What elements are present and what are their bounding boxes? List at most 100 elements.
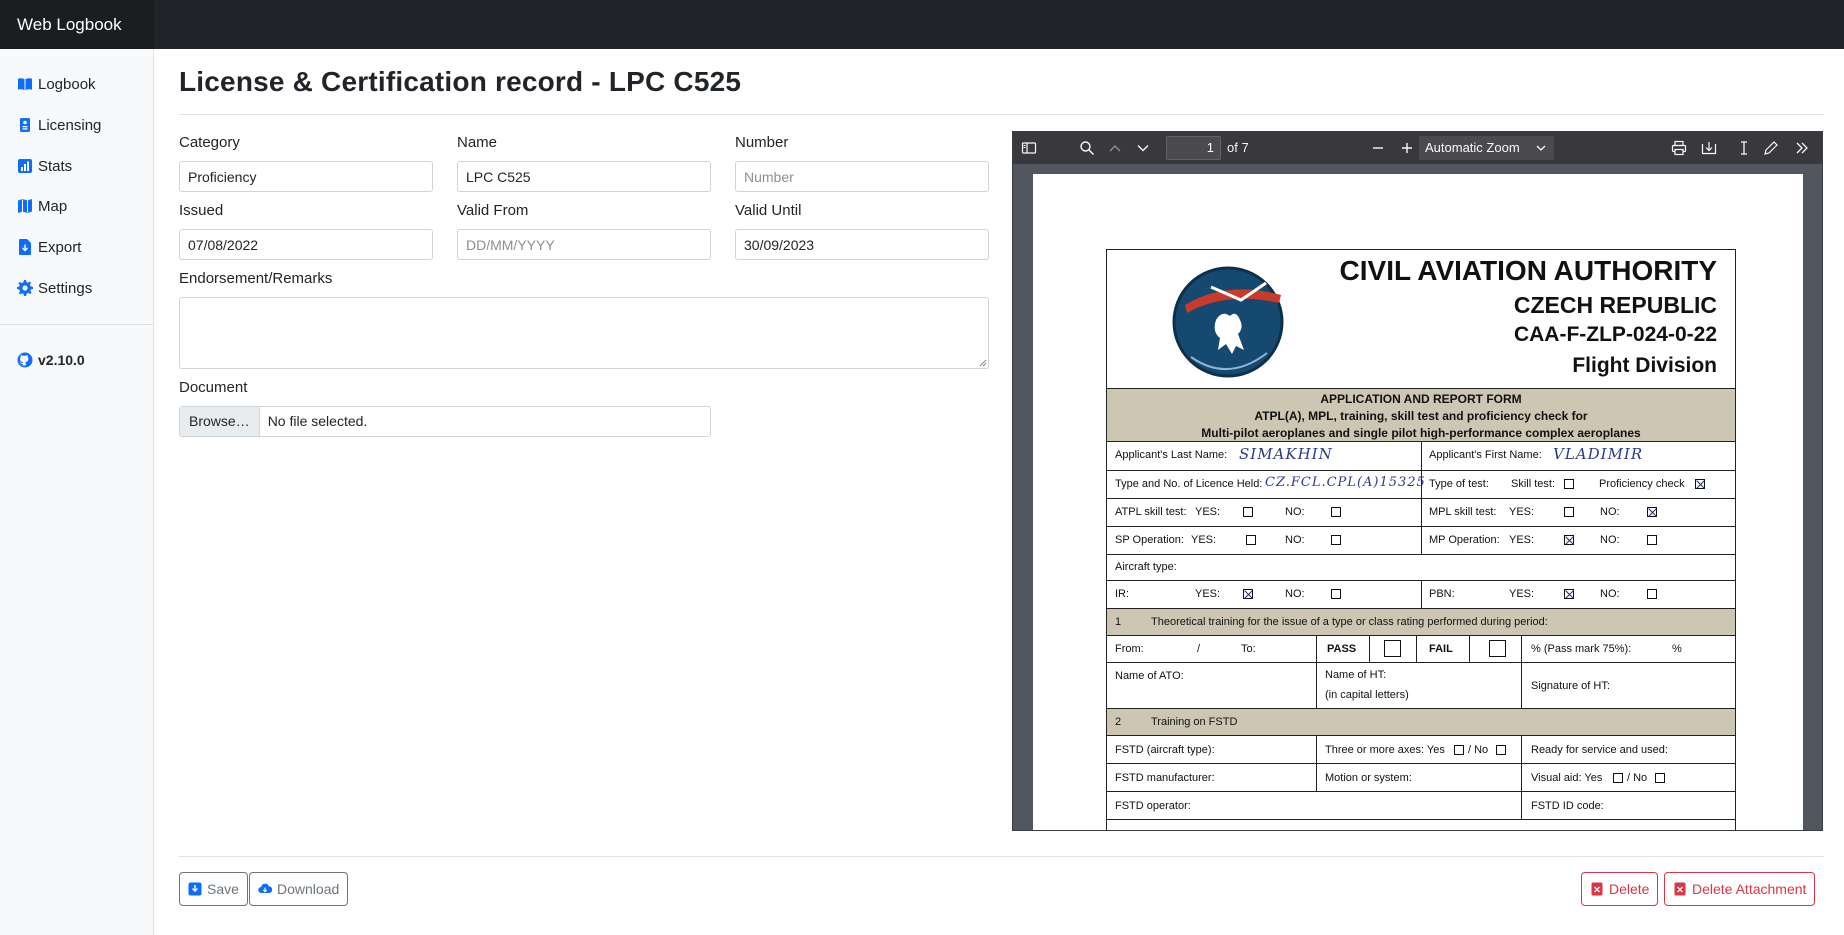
form-subtitle-2: Multi-pilot aeroplanes and single pilot …: [1201, 426, 1641, 440]
caa-emblem-icon: [1172, 266, 1284, 378]
section-1-title: Theoretical training for the issue of a …: [1151, 616, 1548, 628]
download-icon[interactable]: [1701, 140, 1717, 156]
pass-label: PASS: [1327, 643, 1357, 655]
delete-attachment-icon: [1674, 882, 1686, 896]
zoom-out-icon[interactable]: [1370, 140, 1386, 156]
sidebar-item-logbook[interactable]: Logbook: [17, 73, 96, 95]
version-link[interactable]: v2.10.0: [17, 349, 85, 371]
fail-label: FAIL: [1429, 643, 1453, 655]
next-page-icon[interactable]: [1135, 140, 1151, 156]
sidebar-item-stats[interactable]: Stats: [17, 155, 72, 177]
proficiency-check-checkbox: [1695, 479, 1705, 489]
section-1-number: 1: [1115, 616, 1122, 628]
pass-box: [1384, 640, 1401, 657]
delete-button[interactable]: Delete: [1581, 872, 1659, 906]
mp-yes-checkbox: [1564, 535, 1574, 545]
ht-label: Name of HT:: [1325, 669, 1387, 681]
zoom-select[interactable]: Automatic Zoom: [1419, 136, 1554, 160]
yes-label: YES:: [1509, 588, 1535, 600]
aircraft-type-label: Aircraft type:: [1115, 561, 1177, 573]
more-tools-icon[interactable]: [1794, 140, 1810, 156]
divider: [1521, 636, 1522, 662]
divider: [1416, 636, 1417, 662]
export-icon: [19, 239, 31, 255]
print-icon[interactable]: [1671, 140, 1687, 156]
brand-link[interactable]: Web Logbook: [0, 0, 154, 49]
atpl-yes-checkbox: [1243, 507, 1253, 517]
fstd-aircraft-label: FSTD (aircraft type):: [1115, 744, 1215, 756]
sidebar-item-settings[interactable]: Settings: [17, 277, 92, 299]
yes-label: YES:: [1195, 588, 1221, 600]
sidebar-item-label: Export: [38, 238, 82, 256]
category-input[interactable]: [179, 161, 433, 192]
sidebar-item-licensing[interactable]: Licensing: [17, 114, 101, 136]
ir-no-checkbox: [1331, 589, 1341, 599]
yes-label: YES:: [1195, 506, 1221, 518]
delete-attachment-button[interactable]: Delete Attachment: [1664, 872, 1816, 906]
divider: [1421, 581, 1422, 608]
issued-date-input[interactable]: [179, 229, 433, 260]
file-status: No file selected.: [267, 413, 368, 429]
pdf-viewer[interactable]: 1 of 7 Automatic Zoom CIVIL AVIATION AUT…: [1012, 131, 1823, 831]
valid-until-input[interactable]: [735, 229, 989, 260]
zoom-in-icon[interactable]: [1399, 140, 1415, 156]
delete-attachment-label: Delete Attachment: [1692, 881, 1807, 897]
draw-icon[interactable]: [1763, 140, 1779, 156]
fstd-id-label: FSTD ID code:: [1531, 800, 1604, 812]
remarks-textarea[interactable]: [179, 297, 989, 369]
save-icon: [188, 882, 202, 896]
category-label: Category: [179, 134, 240, 151]
pass-mark-label: % (Pass mark 75%):: [1531, 643, 1632, 655]
divider: [1316, 736, 1317, 763]
form-title: APPLICATION AND REPORT FORM: [1320, 392, 1522, 406]
form-code: CAA-F-ZLP-024-0-22: [1513, 323, 1717, 346]
sidebar-item-export[interactable]: Export: [17, 236, 81, 258]
divider: [1421, 527, 1422, 554]
name-input[interactable]: [457, 161, 711, 192]
browse-button[interactable]: Browse…: [180, 407, 260, 436]
form-row-fstd-2: FSTD manufacturer: Motion or system: Vis…: [1107, 764, 1735, 792]
from-label: From:: [1115, 643, 1144, 655]
sidebar-item-map[interactable]: Map: [17, 195, 67, 217]
save-button[interactable]: Save: [179, 872, 248, 906]
resize-grip-icon[interactable]: [979, 359, 987, 367]
sidebar-item-label: Logbook: [38, 75, 96, 93]
previous-page-icon[interactable]: [1107, 140, 1123, 156]
slash-label: /: [1197, 643, 1201, 655]
page-number-input[interactable]: 1: [1166, 136, 1221, 160]
divider: [1521, 736, 1522, 763]
axes-yes-checkbox: [1454, 745, 1464, 755]
sidebar-item-label: Settings: [38, 279, 93, 297]
download-button[interactable]: Download: [249, 872, 349, 906]
title-divider: [179, 114, 1824, 115]
visual-aid-label: Visual aid: Yes: [1531, 772, 1603, 784]
ir-label: IR:: [1115, 588, 1130, 600]
form-row-aircraft: Aircraft type:: [1107, 555, 1735, 581]
yes-label: YES:: [1509, 506, 1535, 518]
form-row-operation: SP Operation: YES: NO: MP Operation: YES…: [1107, 527, 1735, 555]
country-name: CZECH REPUBLIC: [1513, 292, 1717, 318]
bar-chart-icon: [18, 159, 32, 173]
number-input[interactable]: [735, 161, 989, 192]
map-icon: [18, 199, 32, 213]
divider: [1421, 499, 1422, 526]
visual-no-checkbox: [1655, 773, 1665, 783]
book-icon: [18, 78, 32, 91]
form-row-period: From: / To: PASS FAIL % (Pass mark 75%):…: [1107, 636, 1735, 663]
yes-label: YES:: [1509, 534, 1535, 546]
divider: [1421, 442, 1422, 470]
search-icon[interactable]: [1079, 140, 1095, 156]
authority-name: CIVIL AVIATION AUTHORITY: [1339, 255, 1717, 286]
document-file-input[interactable]: Browse… No file selected.: [179, 406, 711, 437]
valid-from-label: Valid From: [457, 202, 529, 219]
caa-form: CIVIL AVIATION AUTHORITY CZECH REPUBLIC …: [1106, 249, 1736, 830]
pbn-no-checkbox: [1647, 589, 1657, 599]
text-cursor-icon[interactable]: [1736, 140, 1752, 156]
first-name-label: Applicant's First Name:: [1429, 449, 1542, 461]
name-label: Name: [457, 134, 498, 151]
ready-service-label: Ready for service and used:: [1531, 744, 1668, 756]
sidebar-toggle-icon[interactable]: [1021, 140, 1037, 156]
last-name-handwritten: SIMAKHIN: [1239, 445, 1333, 463]
pbn-label: PBN:: [1429, 588, 1455, 600]
valid-from-input[interactable]: [457, 229, 711, 260]
